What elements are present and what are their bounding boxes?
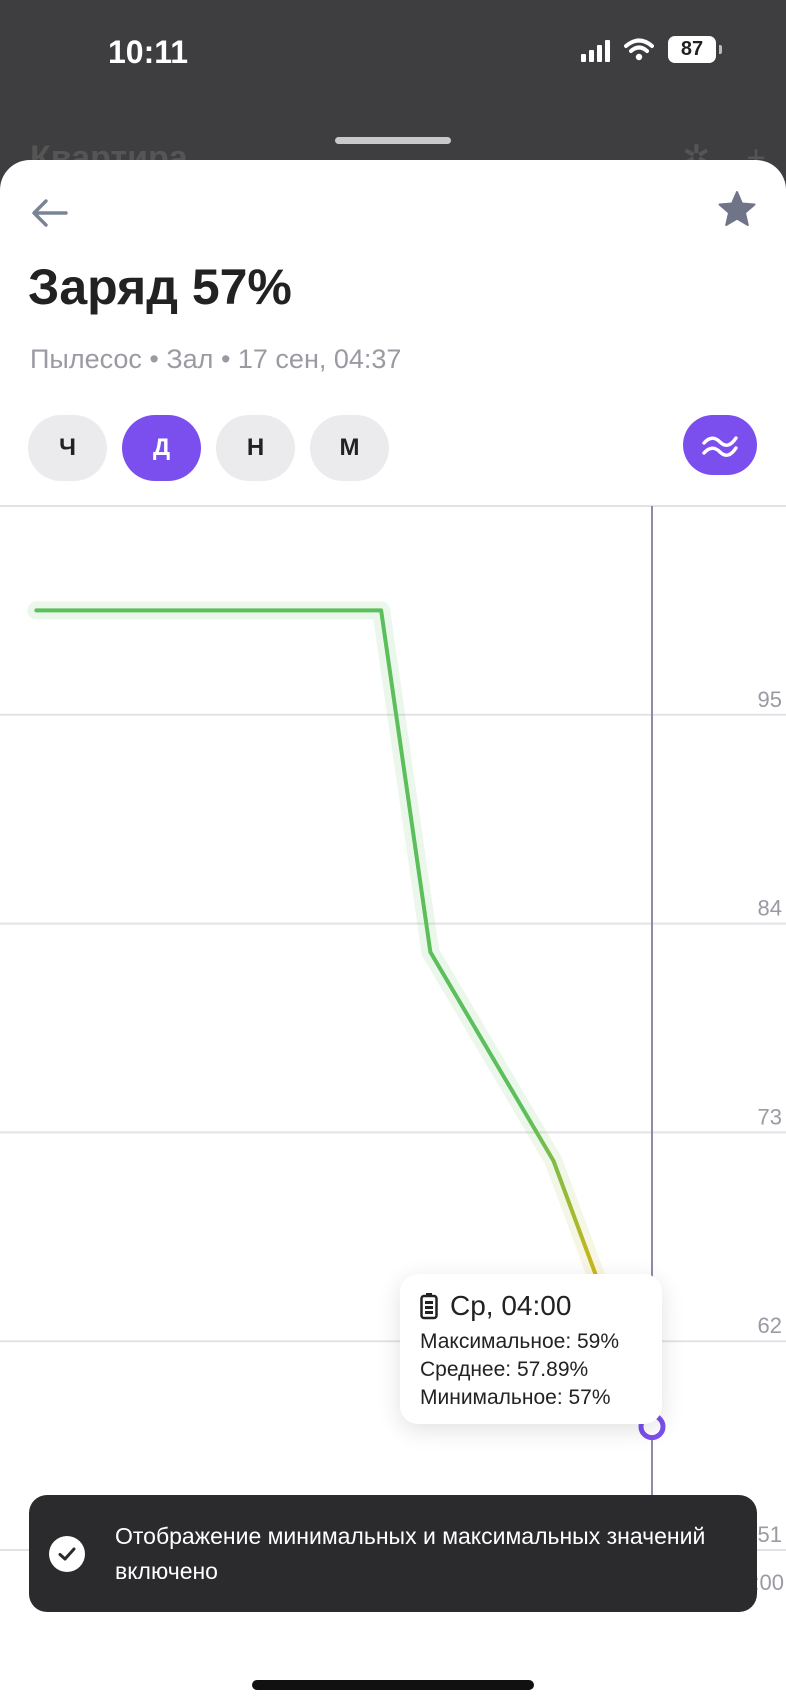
period-month-button[interactable]: М: [310, 415, 389, 481]
y-tick-label: 73: [758, 1104, 782, 1129]
tooltip-title: Ср, 04:00: [450, 1290, 572, 1321]
sheet-grabber[interactable]: [335, 137, 451, 144]
y-tick-label: 95: [758, 687, 782, 712]
y-tick-label: 51: [758, 1522, 782, 1547]
battery-indicator: 87: [668, 36, 722, 63]
smoothing-toggle-button[interactable]: [683, 415, 757, 475]
status-icons: 87: [581, 36, 722, 63]
home-indicator[interactable]: [252, 1680, 534, 1690]
toast-notification: Отображение минимальных и максимальных з…: [29, 1495, 757, 1612]
back-button[interactable]: [28, 190, 74, 236]
tooltip-avg: Среднее: 57.89%: [420, 1358, 589, 1381]
star-icon: [718, 191, 756, 226]
y-tick-label: 84: [758, 896, 782, 921]
favorite-button[interactable]: [714, 186, 760, 232]
tooltip-min: Минимальное: 57%: [420, 1386, 611, 1409]
period-selector: Ч Д Н М: [28, 415, 389, 481]
chart-svg: 958473625104:0016 сен08:0016 сен12:0016 …: [0, 505, 786, 1610]
check-icon: [58, 1547, 76, 1560]
y-tick-label: 62: [758, 1313, 782, 1338]
status-time: 10:11: [108, 34, 189, 70]
period-week-button[interactable]: Н: [216, 415, 295, 481]
signal-icon: [581, 38, 610, 62]
tooltip-header: Ср, 04:00: [420, 1290, 642, 1322]
wave-icon: [702, 436, 738, 457]
period-hour-button[interactable]: Ч: [28, 415, 107, 481]
page-title: Заряд 57%: [28, 259, 292, 315]
toast-text: Отображение минимальных и максимальных з…: [115, 1522, 706, 1584]
chart-tooltip: Ср, 04:00 Максимальное: 59% Среднее: 57.…: [400, 1274, 662, 1424]
period-day-button[interactable]: Д: [122, 415, 201, 481]
tooltip-max: Максимальное: 59%: [420, 1330, 620, 1353]
arrow-left-icon: [32, 199, 68, 227]
page-subtitle: Пылесос • Зал • 17 сен, 04:37: [30, 344, 402, 374]
check-circle: [49, 1535, 85, 1572]
status-bar: 10:11 87: [0, 0, 786, 110]
battery-icon: [420, 1293, 438, 1320]
wifi-icon: [624, 38, 654, 60]
bottom-sheet: Заряд 57% Пылесос • Зал • 17 сен, 04:37 …: [0, 160, 786, 1704]
battery-chart[interactable]: 958473625104:0016 сен08:0016 сен12:0016 …: [0, 500, 786, 1610]
